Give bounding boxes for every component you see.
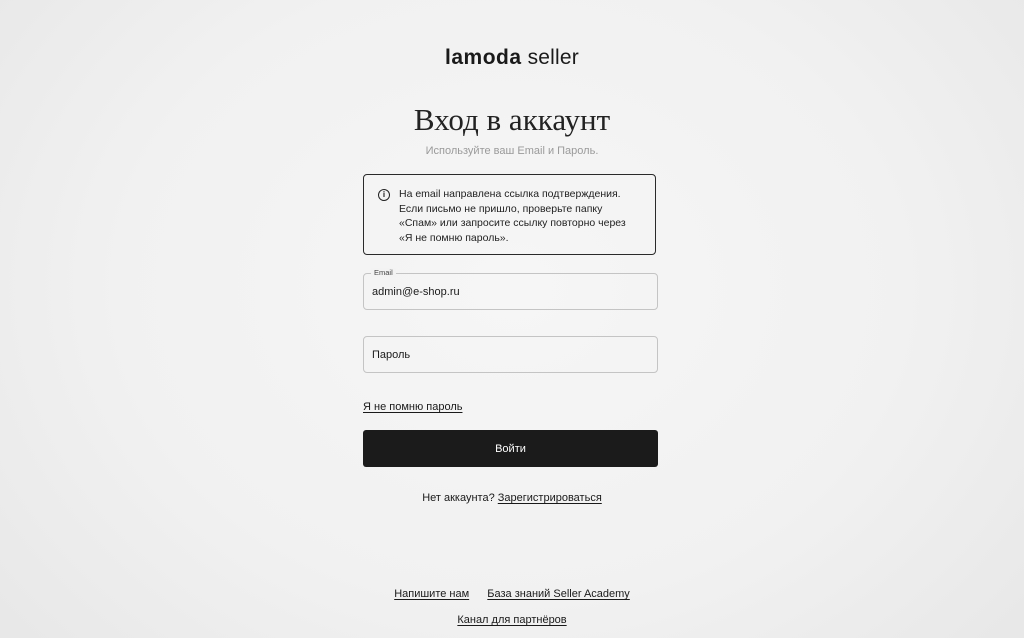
page-title: Вход в аккаунт: [413, 102, 611, 137]
knowledge-base-link[interactable]: База знаний Seller Academy: [487, 588, 630, 600]
signup-link[interactable]: Зарегистрироваться: [498, 492, 602, 504]
page-subtitle: Используйте ваш Email и Пароль.: [425, 145, 599, 157]
login-page: lamoda seller Вход в аккаунт Используйте…: [0, 0, 1024, 638]
info-icon: i: [378, 189, 390, 201]
login-button[interactable]: Войти: [363, 430, 658, 467]
signup-row: Нет аккаунта? Зарегистрироваться: [0, 492, 1024, 504]
footer-links: Напишите нам База знаний Seller Academy: [0, 588, 1024, 600]
email-field[interactable]: Email: [363, 268, 658, 310]
logo-suffix: seller: [527, 46, 579, 69]
forgot-password-link[interactable]: Я не помню пароль: [363, 401, 462, 413]
password-field[interactable]: [363, 336, 658, 373]
write-us-link[interactable]: Напишите нам: [394, 588, 469, 600]
signup-prompt: Нет аккаунта?: [422, 492, 495, 504]
password-input[interactable]: [364, 337, 657, 372]
email-confirmation-notice: i На email направлена ссылка подтвержден…: [363, 174, 656, 255]
footer-partner-row: Канал для партнёров: [0, 614, 1024, 626]
notice-text: На email направлена ссылка подтверждения…: [399, 188, 626, 244]
partner-channel-link[interactable]: Канал для партнёров: [457, 614, 566, 626]
logo-brand: lamoda: [445, 46, 522, 69]
email-input[interactable]: [364, 274, 657, 309]
lamoda-seller-logo[interactable]: lamoda seller: [0, 46, 1024, 70]
